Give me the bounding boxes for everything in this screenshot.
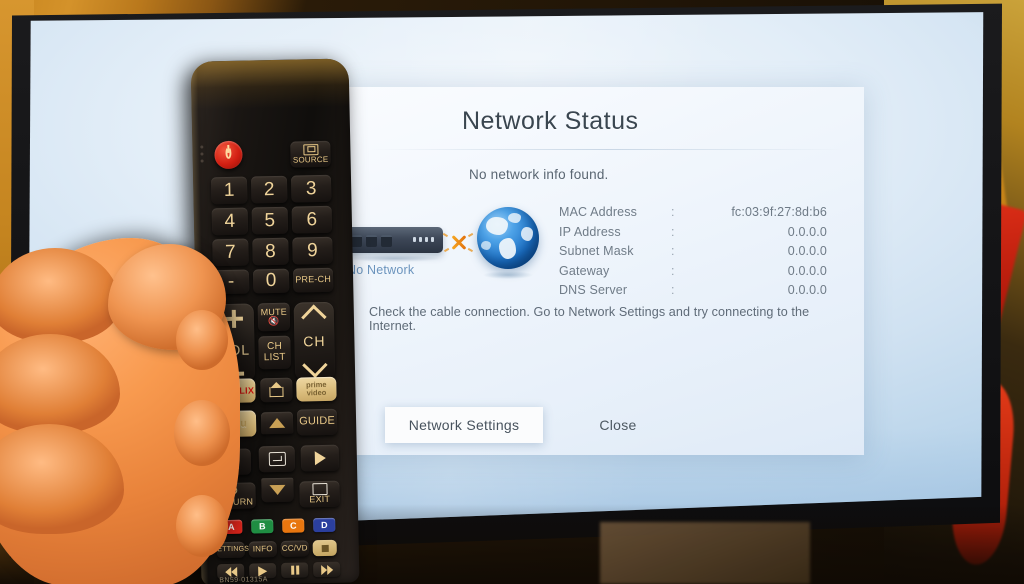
ch-list-label: CH LIST — [263, 340, 286, 363]
key-5[interactable]: 5 — [251, 206, 289, 235]
knuckle — [0, 334, 120, 434]
prime-video-button[interactable]: prime video — [296, 376, 337, 402]
channel-label: CH — [303, 332, 326, 350]
remote-top-highlight — [190, 58, 350, 110]
key-pre-ch[interactable]: PRE-CH — [292, 267, 334, 293]
color-key-c[interactable]: C — [282, 518, 305, 533]
pause-icon-2 — [295, 565, 299, 575]
source-icon — [302, 143, 319, 156]
exit-label: EXIT — [309, 494, 331, 505]
source-button[interactable]: SOURCE — [290, 140, 331, 168]
remote-model-number: BN59-01315A — [219, 576, 268, 584]
key-1[interactable]: 1 — [210, 176, 248, 205]
play-icon — [258, 565, 268, 576]
photo-scene: Network Status No network info found. No… — [0, 0, 1024, 584]
mute-icon: 🔇 — [268, 315, 280, 327]
color-key-b[interactable]: B — [251, 519, 274, 534]
key-4[interactable]: 4 — [211, 207, 249, 236]
exit-button[interactable]: EXIT — [299, 480, 340, 508]
finger-middle — [174, 400, 230, 466]
rewind-icon-2 — [230, 566, 237, 577]
fast-forward-icon-2 — [326, 564, 333, 575]
enter-button[interactable] — [258, 445, 296, 473]
cc-vd-button[interactable]: CC/VD — [280, 540, 309, 557]
pause-icon — [290, 565, 294, 575]
home-button[interactable] — [260, 377, 293, 403]
right-arrow-icon — [314, 450, 326, 466]
chevron-up-icon[interactable] — [301, 304, 327, 330]
key-8[interactable]: 8 — [252, 237, 289, 266]
nav-right-button[interactable] — [300, 444, 340, 472]
ch-list-button[interactable]: CH LIST — [258, 335, 291, 370]
finger-upper — [176, 310, 228, 370]
chevron-down-icon[interactable] — [302, 352, 328, 378]
key-2[interactable]: 2 — [250, 175, 288, 204]
nav-up-button[interactable] — [260, 411, 294, 435]
finger-lower — [176, 495, 228, 557]
key-3[interactable]: 3 — [290, 174, 332, 203]
remote-indicator-dots — [200, 145, 204, 166]
stop-icon — [321, 544, 329, 552]
stop-button[interactable] — [312, 539, 337, 557]
enter-icon — [268, 451, 286, 467]
key-6[interactable]: 6 — [291, 205, 333, 234]
channel-rocker[interactable]: CH — [293, 301, 336, 381]
key-7[interactable]: 7 — [212, 238, 249, 267]
fast-forward-button[interactable] — [313, 561, 341, 578]
pause-button[interactable] — [281, 562, 309, 578]
up-arrow-icon — [269, 417, 286, 429]
mute-button[interactable]: MUTE 🔇 — [257, 302, 291, 332]
prime-video-label: prime video — [306, 380, 327, 398]
down-arrow-icon — [269, 484, 286, 496]
info-button[interactable]: INFO — [248, 541, 277, 558]
source-label: SOURCE — [292, 154, 329, 165]
foreground-box — [600, 522, 810, 584]
power-icon[interactable] — [214, 140, 243, 170]
knuckle — [0, 248, 120, 343]
guide-button[interactable]: GUIDE — [296, 408, 338, 436]
knuckle — [0, 424, 124, 534]
color-key-d[interactable]: D — [313, 517, 336, 533]
nav-down-button[interactable] — [261, 477, 294, 503]
home-icon — [268, 383, 284, 397]
key-0[interactable]: 0 — [252, 268, 290, 294]
key-9[interactable]: 9 — [292, 236, 333, 265]
